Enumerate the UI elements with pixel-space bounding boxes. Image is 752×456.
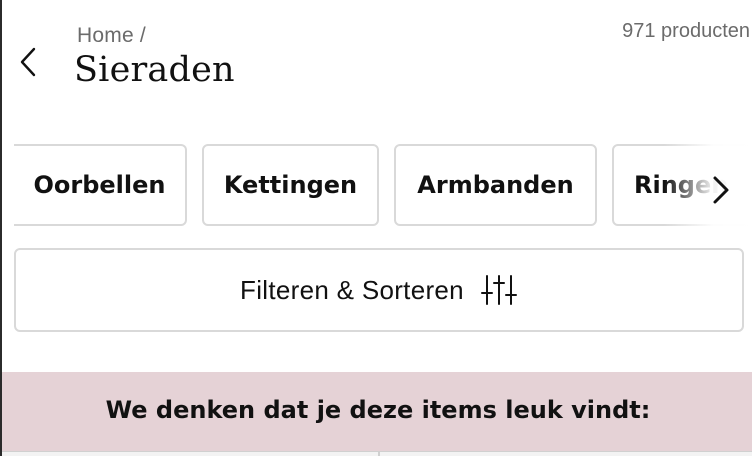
chevron-right-icon [713, 176, 729, 204]
product-count: 971 producten [622, 20, 750, 42]
recommendation-card[interactable] [380, 451, 752, 456]
category-chip-oorbellen[interactable]: Oorbellen [14, 144, 187, 226]
back-button[interactable] [16, 46, 40, 78]
chips-next-button[interactable] [706, 168, 736, 212]
recommendations-banner: We denken dat je deze items leuk vindt: [2, 372, 752, 456]
recommendations-title: We denken dat je deze items leuk vindt: [105, 396, 651, 424]
category-chip-label: Kettingen [223, 171, 358, 199]
breadcrumb-separator: / [139, 24, 146, 47]
recommendation-cards [2, 451, 752, 456]
category-page: Home / Sieraden 971 producten Oorbellen K… [0, 0, 752, 456]
category-chip-label: Armbanden [417, 171, 574, 199]
recommendation-card[interactable] [2, 451, 380, 456]
breadcrumb: Home / [77, 24, 146, 48]
category-chip-armbanden[interactable]: Armbanden [394, 144, 597, 226]
page-title: Sieraden [74, 50, 235, 90]
chevron-left-icon [20, 47, 36, 77]
breadcrumb-home-link[interactable]: Home [77, 24, 134, 47]
filter-sort-button[interactable]: Filteren & Sorteren [14, 248, 744, 332]
filter-sort-label: Filteren & Sorteren [240, 274, 464, 305]
category-chip-kettingen[interactable]: Kettingen [202, 144, 379, 226]
category-chips: Oorbellen Kettingen Armbanden Ringen [14, 144, 752, 228]
sliders-icon [480, 275, 517, 305]
category-chip-label: Oorbellen [33, 171, 166, 199]
